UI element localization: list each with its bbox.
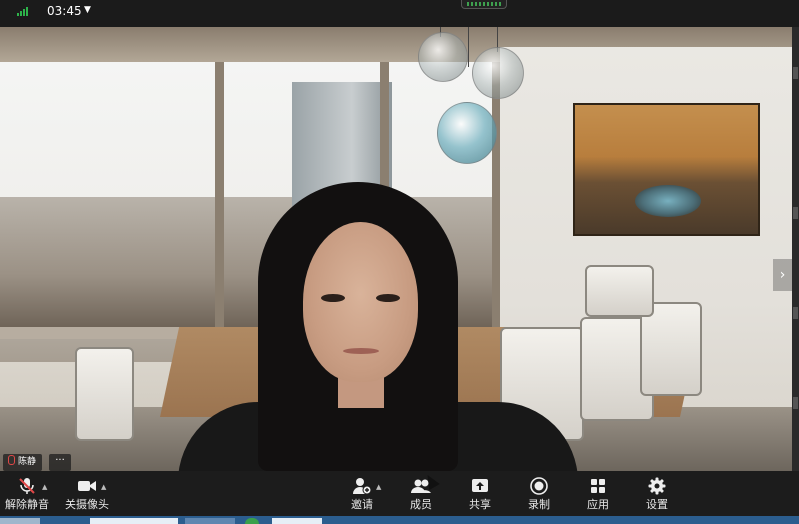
chair [585,265,654,317]
unmute-label: 解除静音 [5,498,49,511]
chair [75,347,134,441]
share-screen-button[interactable]: 共享 [463,471,497,516]
gallery-strip[interactable] [792,27,799,471]
participant-eye [376,294,400,302]
chevron-up-icon[interactable]: ▲ [376,483,381,491]
gallery-thumb[interactable] [793,67,798,79]
invite-label: 邀请 [351,498,373,511]
stop-video-label: 关摄像头 [65,498,109,511]
audio-level-indicator [461,0,507,9]
gear-icon [640,476,674,498]
more-options-button[interactable]: ··· [49,454,71,471]
participant-name: 陈静 [18,457,37,467]
apps-grid-icon [581,476,615,498]
signal-icon [17,7,29,16]
taskbar-item[interactable] [185,518,235,524]
taskbar-start[interactable] [0,518,40,524]
chevron-down-icon[interactable]: ▼ [84,5,91,15]
chevron-right-icon[interactable]: › [773,259,792,291]
painting-stadium [635,185,701,217]
participants-label: 成员 [410,498,432,511]
taskbar-item[interactable] [90,518,178,524]
settings-label: 设置 [646,498,668,511]
participant-mouth [343,348,379,354]
apps-button[interactable]: 应用 [581,471,615,516]
participant-video [178,182,578,471]
settings-button[interactable]: 设置 [640,471,674,516]
taskbar-app-icon[interactable] [245,518,259,524]
share-label: 共享 [469,498,491,511]
unmute-button[interactable]: 解除静音 [0,471,54,516]
wall-painting [573,103,760,236]
chevron-up-icon[interactable]: ▲ [101,483,106,491]
meeting-toolbar: 解除静音 ▲ 关摄像头 ▲ 邀请 ▲ 成员 共享 录制 应用 设置 [0,471,799,516]
pendant-lamp [418,32,468,82]
os-taskbar [0,516,799,524]
status-bar: 03:45 ▼ [0,0,799,27]
meeting-time: 03:45 [47,4,82,18]
gallery-thumb[interactable] [793,397,798,409]
share-screen-icon [463,476,497,498]
gallery-thumb[interactable] [793,207,798,219]
record-button[interactable]: 录制 [522,471,556,516]
apps-label: 应用 [587,498,609,511]
participant-name-tag: 陈静 [3,454,43,471]
record-icon [522,476,556,498]
pendant-lamp [437,102,497,164]
muted-mic-icon [8,455,15,465]
chevron-up-icon[interactable]: ▲ [42,483,47,491]
participant-eye [321,294,345,302]
participant-face [303,222,418,382]
add-user-icon [345,476,379,498]
record-label: 录制 [528,498,550,511]
taskbar-item[interactable] [272,518,322,524]
pendant-lamp [472,47,524,99]
lamp-wire [468,27,469,67]
gallery-thumb[interactable] [793,307,798,319]
video-feed: › [0,27,792,471]
stop-video-button[interactable]: 关摄像头 [60,471,114,516]
invite-button[interactable]: 邀请 [345,471,379,516]
